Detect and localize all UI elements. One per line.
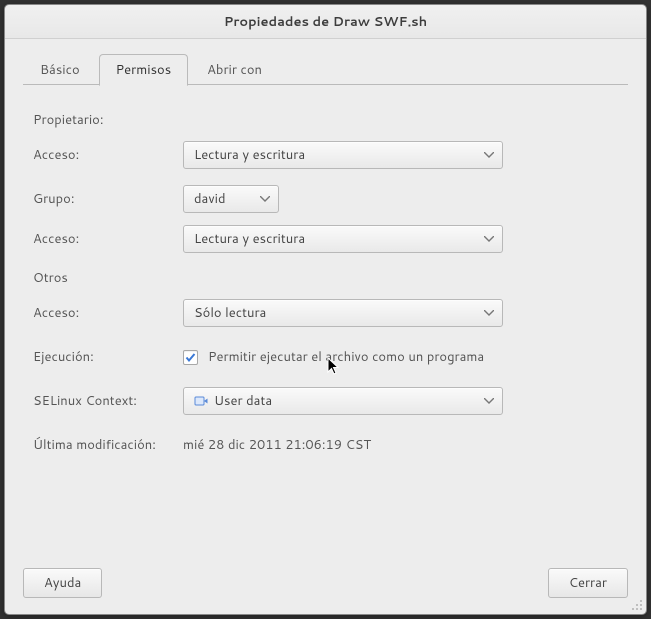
selinux-select[interactable]: User data (183, 387, 503, 415)
selinux-label: SELinux Context: (33, 392, 183, 410)
tab-basic[interactable]: Básico (23, 54, 97, 85)
others-access-value: Sólo lectura (194, 304, 266, 322)
properties-dialog: Propiedades de Draw SWF.sh Básico Permis… (4, 4, 647, 615)
owner-section-label: Propietario: (33, 111, 618, 129)
others-access-label: Acceso: (33, 304, 183, 322)
others-access-select[interactable]: Sólo lectura (183, 299, 503, 327)
tab-panel-permissions: Propietario: Acceso: Lectura y escritura… (23, 85, 628, 554)
owner-access-value: Lectura y escritura (194, 146, 305, 164)
selinux-value: User data (214, 392, 272, 410)
owner-access-label: Acceso: (33, 146, 183, 164)
titlebar[interactable]: Propiedades de Draw SWF.sh (5, 5, 646, 39)
owner-access-select[interactable]: Lectura y escritura (183, 141, 503, 169)
tab-open-with[interactable]: Abrir con (190, 54, 279, 85)
help-button-label: Ayuda (44, 574, 81, 592)
group-label: Grupo: (33, 190, 183, 208)
resize-grip-icon[interactable] (630, 598, 644, 612)
last-modified-value: mié 28 dic 2011 21:06:19 CST (183, 436, 371, 454)
tab-basic-label: Básico (40, 61, 80, 79)
chevron-down-icon (484, 236, 494, 242)
dialog-button-row: Ayuda Cerrar (5, 554, 646, 614)
others-section-label: Otros (33, 269, 618, 287)
chevron-down-icon (484, 310, 494, 316)
window-title: Propiedades de Draw SWF.sh (224, 13, 427, 31)
chevron-down-icon (484, 152, 494, 158)
group-select[interactable]: david (183, 185, 279, 213)
execution-label: Ejecución: (33, 348, 183, 366)
chevron-down-icon (484, 398, 494, 404)
chevron-down-icon (260, 196, 270, 202)
tab-open-with-label: Abrir con (207, 61, 262, 79)
tab-permissions[interactable]: Permisos (99, 54, 189, 86)
tab-permissions-label: Permisos (116, 61, 172, 79)
dialog-content: Básico Permisos Abrir con Propietario: A… (5, 39, 646, 554)
group-value: david (194, 190, 226, 208)
group-access-select[interactable]: Lectura y escritura (183, 225, 503, 253)
last-modified-label: Última modificación: (33, 436, 183, 454)
tab-bar: Básico Permisos Abrir con (23, 53, 628, 85)
group-access-value: Lectura y escritura (194, 230, 305, 248)
selinux-icon (194, 394, 208, 408)
close-button-label: Cerrar (569, 574, 607, 592)
help-button[interactable]: Ayuda (23, 568, 102, 598)
execute-checkbox[interactable] (183, 350, 198, 365)
group-access-label: Acceso: (33, 230, 183, 248)
close-button[interactable]: Cerrar (548, 568, 628, 598)
execute-checkbox-label: Permitir ejecutar el archivo como un pro… (208, 348, 484, 366)
